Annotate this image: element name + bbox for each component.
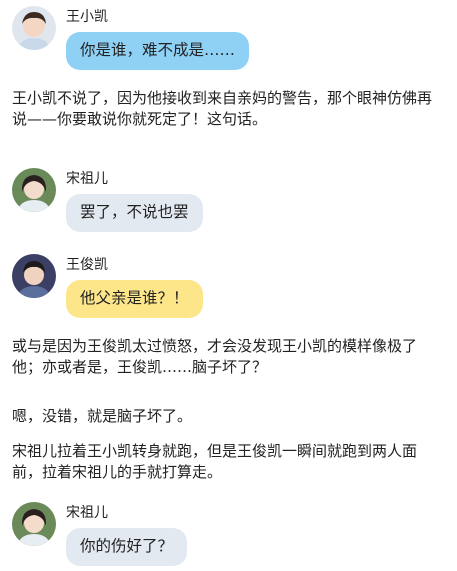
boy-avatar-icon[interactable] — [12, 6, 56, 50]
man-avatar-icon[interactable] — [12, 254, 56, 298]
message-bubble[interactable]: 你是谁，难不成是…… — [66, 32, 250, 70]
message-bubble[interactable]: 你的伤好了？ — [66, 528, 188, 566]
sender-name: 王俊凯 — [66, 257, 108, 273]
narration-text: 宋祖儿拉着王小凯转身就跑，但是王俊凯一瞬间就跑到两人面前，拉着宋祖儿的手就打算走… — [12, 442, 418, 481]
narration-text: 王小凯不说了，因为他接收到来自亲妈的警告，那个眼神仿佛再说——你要敢说你就死定了… — [12, 89, 433, 128]
sender-name: 宋祖儿 — [66, 505, 108, 521]
sender-name: 王小凯 — [66, 9, 108, 25]
girl-avatar-icon[interactable] — [12, 502, 56, 546]
girl-avatar-icon[interactable] — [12, 168, 56, 212]
message-bubble[interactable]: 他父亲是谁？！ — [66, 280, 203, 318]
narration-text: 或与是因为王俊凯太过愤怒，才会没发现王小凯的模样像极了他；亦或者是，王俊凯……脑… — [12, 337, 418, 376]
message-bubble[interactable]: 罢了，不说也罢 — [66, 194, 203, 232]
narration-text: 嗯，没错，就是脑子坏了。 — [12, 407, 193, 425]
sender-name: 宋祖儿 — [66, 171, 108, 187]
